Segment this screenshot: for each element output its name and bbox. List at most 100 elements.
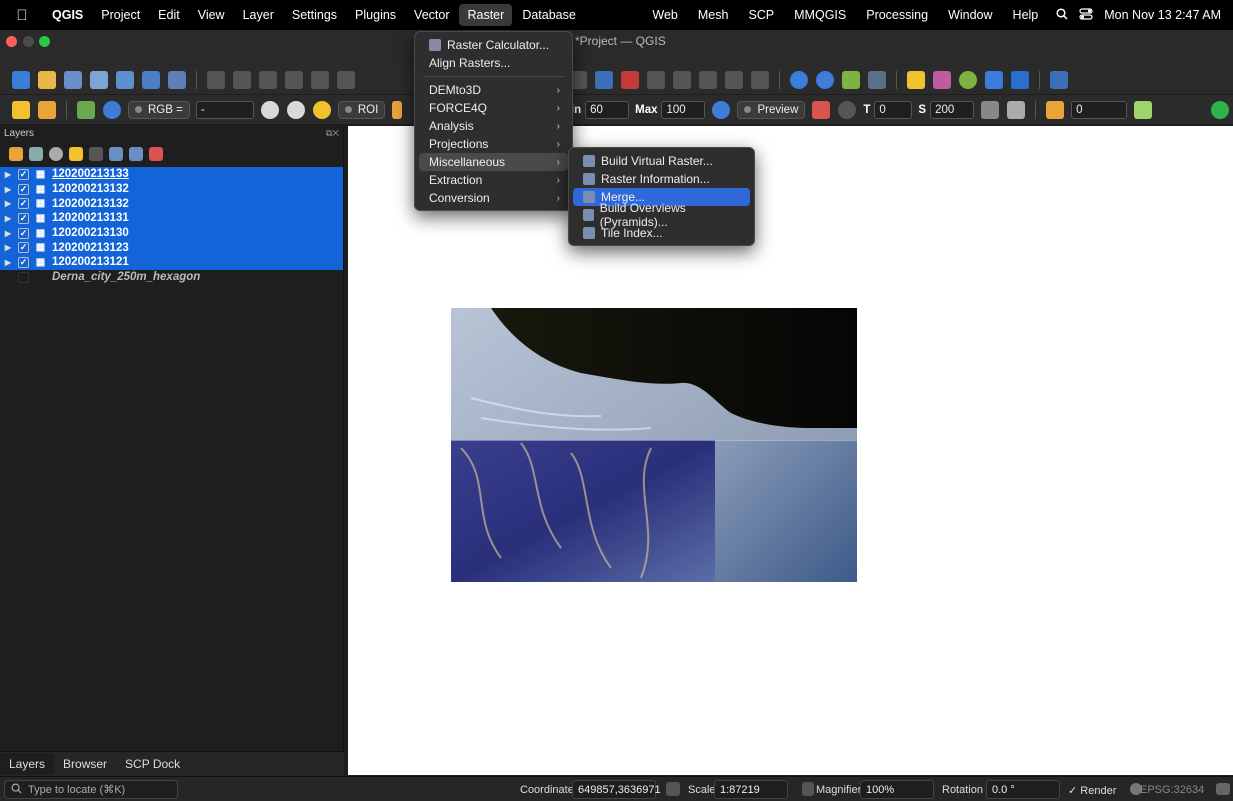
menu-item-build-overviews[interactable]: Build Overviews (Pyramids)... (573, 201, 750, 229)
menubar-clock[interactable]: Mon Nov 13 2:47 AM (1098, 8, 1233, 22)
help-icon[interactable] (1050, 71, 1068, 89)
layer-row[interactable]: ▶ ✓ ▦ 120200213132 (0, 181, 343, 197)
menu-vector[interactable]: Vector (406, 4, 457, 26)
scale-combo[interactable]: 1:87219 (714, 780, 788, 799)
layer-visibility-checkbox[interactable]: ✓ (18, 198, 29, 210)
chart-icon[interactable] (933, 71, 951, 89)
layer-visibility-checkbox[interactable] (18, 271, 29, 283)
layer-row[interactable]: ▶ ✓ ▦ 120200213130 (0, 225, 343, 241)
menu-item-force4q[interactable]: FORCE4Q › (419, 99, 568, 117)
scp-logo-icon[interactable] (12, 100, 30, 119)
refresh-icon[interactable] (838, 100, 857, 119)
zoom-icon[interactable] (103, 100, 121, 119)
menu-plugins[interactable]: Plugins (347, 4, 404, 26)
signature-icon[interactable] (260, 100, 279, 119)
zero-field[interactable]: 0 (1071, 100, 1128, 119)
vertex-tool-icon[interactable] (168, 71, 186, 89)
triangle-tool-icon[interactable] (842, 71, 860, 89)
abc-label-red-icon[interactable] (621, 71, 639, 89)
label-show-icon[interactable] (725, 71, 743, 89)
roi-zoom-icon[interactable] (312, 100, 331, 119)
expand-all-icon[interactable] (109, 147, 123, 161)
rectangle-tool-icon[interactable] (116, 71, 134, 89)
menu-item-extraction[interactable]: Extraction › (419, 171, 568, 189)
max-field[interactable]: Max 100 (635, 100, 706, 119)
open-project-icon[interactable] (38, 71, 56, 89)
tab-layers[interactable]: Layers (0, 753, 55, 775)
menu-project[interactable]: Project (93, 4, 148, 26)
new-project-icon[interactable] (12, 71, 30, 89)
t-field[interactable]: T0 (863, 100, 913, 119)
apple-menu-icon[interactable]:  (0, 7, 44, 24)
layer-visibility-checkbox[interactable]: ✓ (18, 168, 29, 180)
menu-edit[interactable]: Edit (150, 4, 188, 26)
menu-item-align-rasters[interactable]: Align Rasters... (419, 54, 568, 72)
menu-help[interactable]: Help (1005, 4, 1047, 26)
rgb-combo[interactable]: RGB = (128, 100, 190, 119)
eye-icon[interactable] (49, 147, 63, 161)
menu-layer[interactable]: Layer (235, 4, 282, 26)
add-feature-icon[interactable] (285, 71, 303, 89)
layer-row-hexagon[interactable]: Derna_city_250m_hexagon (0, 270, 343, 285)
share-icon[interactable] (1211, 100, 1229, 119)
menu-item-miscellaneous[interactable]: Miscellaneous › (419, 153, 568, 171)
menu-settings[interactable]: Settings (284, 4, 345, 26)
spotlight-search-icon[interactable] (1050, 7, 1074, 23)
window-close-button[interactable] (6, 36, 17, 47)
window-zoom-button[interactable] (39, 36, 50, 47)
coordinate-field[interactable]: 649857,3636971 (572, 780, 661, 799)
layer-row[interactable]: ▶ ✓ ▦ 120200213123 (0, 240, 343, 256)
layer-row[interactable]: ▶ ✓ ▦ 120200213121 (0, 255, 343, 270)
messages-icon[interactable] (1216, 783, 1230, 795)
signature-red-icon[interactable] (286, 100, 305, 119)
web-globe-icon[interactable] (816, 71, 834, 89)
layer-visibility-checkbox[interactable]: ✓ (18, 212, 29, 224)
node-tool-icon[interactable] (337, 71, 355, 89)
preview-toggle[interactable]: Preview (737, 100, 806, 119)
edit-pencil-icon[interactable] (207, 71, 225, 89)
menu-window[interactable]: Window (940, 4, 1000, 26)
lock-icon[interactable] (802, 782, 814, 796)
map-canvas[interactable] (348, 126, 1233, 775)
gear-icon[interactable] (985, 71, 1003, 89)
label-move-icon[interactable] (647, 71, 665, 89)
rgb-value-field[interactable]: - (195, 100, 254, 119)
crs-label[interactable]: EPSG:32634 (1140, 784, 1204, 796)
redo-preview-icon[interactable] (812, 100, 831, 119)
locator-search-input[interactable]: Type to locate (⌘K) (4, 780, 178, 799)
menu-database[interactable]: Database (514, 4, 584, 26)
tab-scp-dock[interactable]: SCP Dock (116, 753, 189, 775)
scp-map-icon[interactable] (77, 100, 95, 119)
tab-browser[interactable]: Browser (54, 753, 116, 775)
filter-legend-icon[interactable] (89, 147, 103, 161)
roi-toggle[interactable]: ROI (337, 100, 386, 119)
layer-visibility-checkbox[interactable]: ✓ (18, 256, 29, 268)
remove-layer-icon[interactable] (149, 147, 163, 161)
filter-icon[interactable] (69, 147, 83, 161)
roi-color-icon[interactable] (392, 100, 403, 119)
menu-mmqgis[interactable]: MMQGIS (786, 4, 854, 26)
python-console-icon[interactable] (907, 71, 925, 89)
menu-processing[interactable]: Processing (858, 4, 936, 26)
menu-item-tile-index[interactable]: Tile Index... (573, 224, 750, 242)
menu-mesh[interactable]: Mesh (690, 4, 737, 26)
menu-item-projections[interactable]: Projections › (419, 135, 568, 153)
grid-orange-icon[interactable] (1046, 100, 1065, 119)
label-rotate-icon[interactable] (673, 71, 691, 89)
control-center-icon[interactable] (1074, 7, 1098, 23)
menu-item-raster-calculator[interactable]: Raster Calculator... (419, 36, 568, 54)
binoculars-icon[interactable] (868, 71, 886, 89)
panel-float-close-icon[interactable]: ⧉✕ (326, 128, 339, 139)
layer-row[interactable]: ▶ ✓ ▦ 120200213132 (0, 196, 343, 212)
preview-pointer-icon[interactable] (712, 100, 731, 119)
layer-visibility-checkbox[interactable]: ✓ (18, 227, 29, 239)
add-group-icon[interactable] (29, 147, 43, 161)
run-arrow-icon[interactable] (1134, 100, 1153, 119)
toggle-editing-icon[interactable] (233, 71, 251, 89)
move-feature-icon[interactable] (311, 71, 329, 89)
layer-row[interactable]: ▶ ✓ ▦ 120200213133 (0, 167, 343, 182)
menu-item-raster-information[interactable]: Raster Information... (573, 170, 750, 188)
magnifier-field[interactable]: 100% (860, 780, 934, 799)
render-checkbox[interactable]: ✓ Render (1068, 784, 1116, 797)
layer-visibility-checkbox[interactable]: ✓ (18, 183, 29, 195)
